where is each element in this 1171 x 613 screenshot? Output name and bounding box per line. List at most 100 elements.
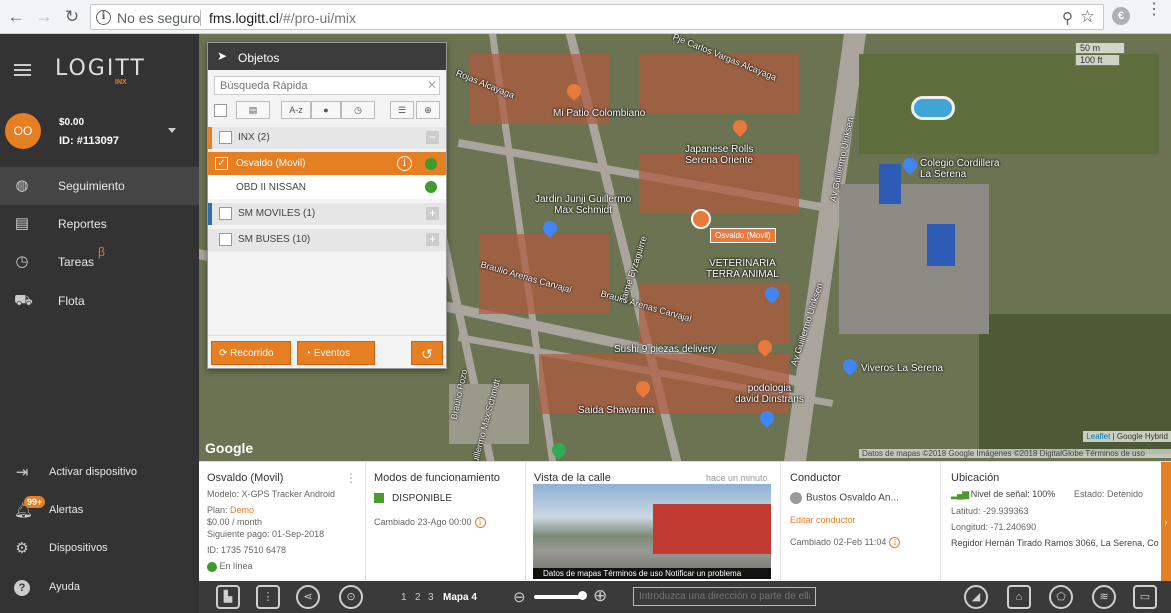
shop-pin-icon[interactable] (840, 356, 860, 376)
street-view-time: hace un minuto (706, 473, 768, 483)
group-checkbox[interactable] (219, 207, 232, 220)
help-icon: ? (14, 580, 30, 596)
device-plan: Plan: Demo (207, 505, 255, 515)
panel-title: Objetos (238, 51, 280, 65)
status-sort-icon[interactable]: ● (311, 101, 341, 119)
avatar[interactable]: OO (5, 113, 41, 149)
expand-panel-tab[interactable]: › (1161, 462, 1171, 582)
collapse-icon[interactable]: − (426, 131, 439, 144)
button-label: Recorrido (230, 348, 274, 359)
plan-link[interactable]: Demo (230, 505, 254, 515)
school-pin-icon[interactable] (900, 155, 920, 175)
group-row-sm-buses[interactable]: SM BUSES (10) + (208, 229, 446, 251)
eventos-button[interactable]: ◔ Eventos (297, 341, 375, 365)
scale-feet: 100 ft (1075, 55, 1120, 66)
restaurant-pin-icon[interactable] (730, 117, 750, 137)
device-status: En línea (207, 561, 253, 572)
zoom-in-icon[interactable]: ⊕ (593, 586, 607, 606)
forward-icon[interactable]: → (33, 6, 55, 28)
expand-icon[interactable]: + (426, 233, 439, 246)
select-all-checkbox[interactable] (214, 104, 227, 117)
sidebar-item-flota[interactable]: ⛟ Flota (0, 282, 199, 320)
sidebar-item-seguimiento[interactable]: ◍ Seguimiento (0, 167, 199, 205)
recorrido-button[interactable]: ⟳ Recorrido (211, 341, 291, 365)
map-pin-icon[interactable]: ⊙ (339, 585, 363, 609)
object-row[interactable]: OBD II NISSAN (208, 175, 446, 199)
group-row-inx[interactable]: INX (2) − (208, 127, 446, 149)
clear-icon[interactable]: ✕ (427, 78, 437, 92)
vehicle-marker-icon[interactable] (691, 209, 711, 229)
expand-icon[interactable]: + (426, 207, 439, 220)
traffic-light-icon[interactable]: ⋮ (256, 585, 280, 609)
map-label: VETERINARIA TERRA ANIMAL (706, 258, 779, 280)
search-input[interactable] (214, 76, 440, 95)
zoom-slider-handle[interactable] (578, 591, 587, 600)
globe-icon: ◍ (15, 177, 29, 194)
share-icon[interactable]: ⋖ (296, 585, 320, 609)
extension-icon[interactable]: € (1112, 7, 1130, 25)
sidebar-item-reportes[interactable]: ▤ Reportes (0, 205, 199, 243)
group-checkbox[interactable] (219, 233, 232, 246)
leaflet-link[interactable]: Leaflet (1086, 432, 1110, 441)
page-1[interactable]: 1 (401, 592, 407, 603)
locate-icon[interactable]: ⊕ (416, 101, 440, 119)
hamburger-icon[interactable] (14, 64, 31, 76)
url-text: fms.logitt.cl/#/pro-ui/mix (209, 10, 357, 26)
panel-toolbar: ▤ A-z ● ◷ ☰ ⊕ (214, 101, 440, 121)
route-icon: ⟳ (219, 348, 228, 359)
mode-value[interactable]: DISPONIBLE (374, 493, 452, 504)
eraser-icon[interactable]: ◢ (964, 585, 988, 609)
longitude: Longitud: -71.240690 (951, 522, 1037, 532)
security-label: No es seguro (117, 10, 201, 26)
vehicle-label[interactable]: Osvaldo (Movil) (710, 228, 776, 243)
star-icon[interactable]: ☆ (1080, 7, 1095, 27)
group-checkbox[interactable] (219, 131, 232, 144)
object-row-selected[interactable]: ✓ Osvaldo (Movil) i (208, 152, 446, 175)
zoom-icon[interactable]: ⚲ (1062, 9, 1073, 27)
zoom-out-icon[interactable]: ⊖ (513, 588, 526, 606)
object-checkbox[interactable]: ✓ (215, 157, 228, 170)
address-bar[interactable]: i No es seguro fms.logitt.cl/#/pro-ui/mi… (90, 4, 1104, 30)
info-icon[interactable]: i (474, 517, 486, 529)
history-button[interactable]: ↺ (411, 341, 443, 365)
info-icon[interactable]: i (96, 10, 111, 25)
speed-sort-icon[interactable]: ◷ (341, 101, 375, 119)
info-icon[interactable]: i (889, 537, 901, 549)
menu-dots-icon[interactable]: ⋮ (1146, 2, 1162, 18)
back-icon[interactable]: ← (5, 6, 27, 28)
more-dots-icon[interactable]: ⋮ (345, 471, 357, 485)
device-price: $0.00 / month (207, 517, 263, 527)
reload-icon[interactable]: ↻ (61, 6, 83, 28)
filter-icon[interactable]: ☰ (390, 101, 414, 119)
sidebar-item-ayuda[interactable]: ? Ayuda (0, 569, 199, 607)
sort-az-button[interactable]: A-z (281, 101, 311, 119)
address-search-input[interactable] (633, 587, 816, 606)
sidebar-item-label: Tareas (58, 255, 95, 269)
map-label: Sushi 9 piezas delivery (614, 344, 717, 355)
list-view-icon[interactable]: ▤ (236, 101, 270, 119)
layer-name: | Google Hybrid (1112, 432, 1168, 441)
map-label[interactable]: Mapa 4 (443, 592, 477, 603)
group-row-sm-moviles[interactable]: SM MOVILES (1) + (208, 203, 446, 225)
driver-card: Conductor Bustos Osvaldo An... Editar co… (781, 462, 941, 582)
device-name: Osvaldo (Movil) (207, 472, 284, 484)
page-3[interactable]: 3 (428, 592, 434, 603)
sidebar-item-dispositivos[interactable]: ⚙ Dispositivos (0, 530, 199, 568)
page-2[interactable]: 2 (415, 592, 421, 603)
street-view-image[interactable]: Datos de mapas Términos de uso Notificar… (533, 484, 771, 579)
edit-driver-link[interactable]: Editar conductor (790, 515, 856, 525)
chevron-down-icon[interactable] (168, 128, 176, 133)
signal-icon: ▂▄▆ (951, 489, 969, 499)
green-area (859, 54, 1159, 154)
polygon-icon[interactable]: ⬠ (1049, 585, 1073, 609)
layers-icon[interactable]: ≋ (1092, 585, 1116, 609)
place-icon[interactable]: ⌂ (1007, 585, 1031, 609)
info-icon[interactable]: i (397, 156, 412, 171)
sidebar: LOGITT INX OO $0.00 ID: #113097 ◍ Seguim… (0, 34, 199, 613)
button-label: Eventos (313, 348, 350, 359)
object-label: OBD II NISSAN (236, 182, 307, 193)
sidebar-item-activar[interactable]: ⇥ Activar dispositivo (0, 454, 199, 492)
fullscreen-icon[interactable]: ▭ (1133, 585, 1157, 609)
mode-changed: Cambiado 23-Ago 00:00 i (374, 517, 486, 529)
layout-icon[interactable]: ▙ (216, 585, 240, 609)
